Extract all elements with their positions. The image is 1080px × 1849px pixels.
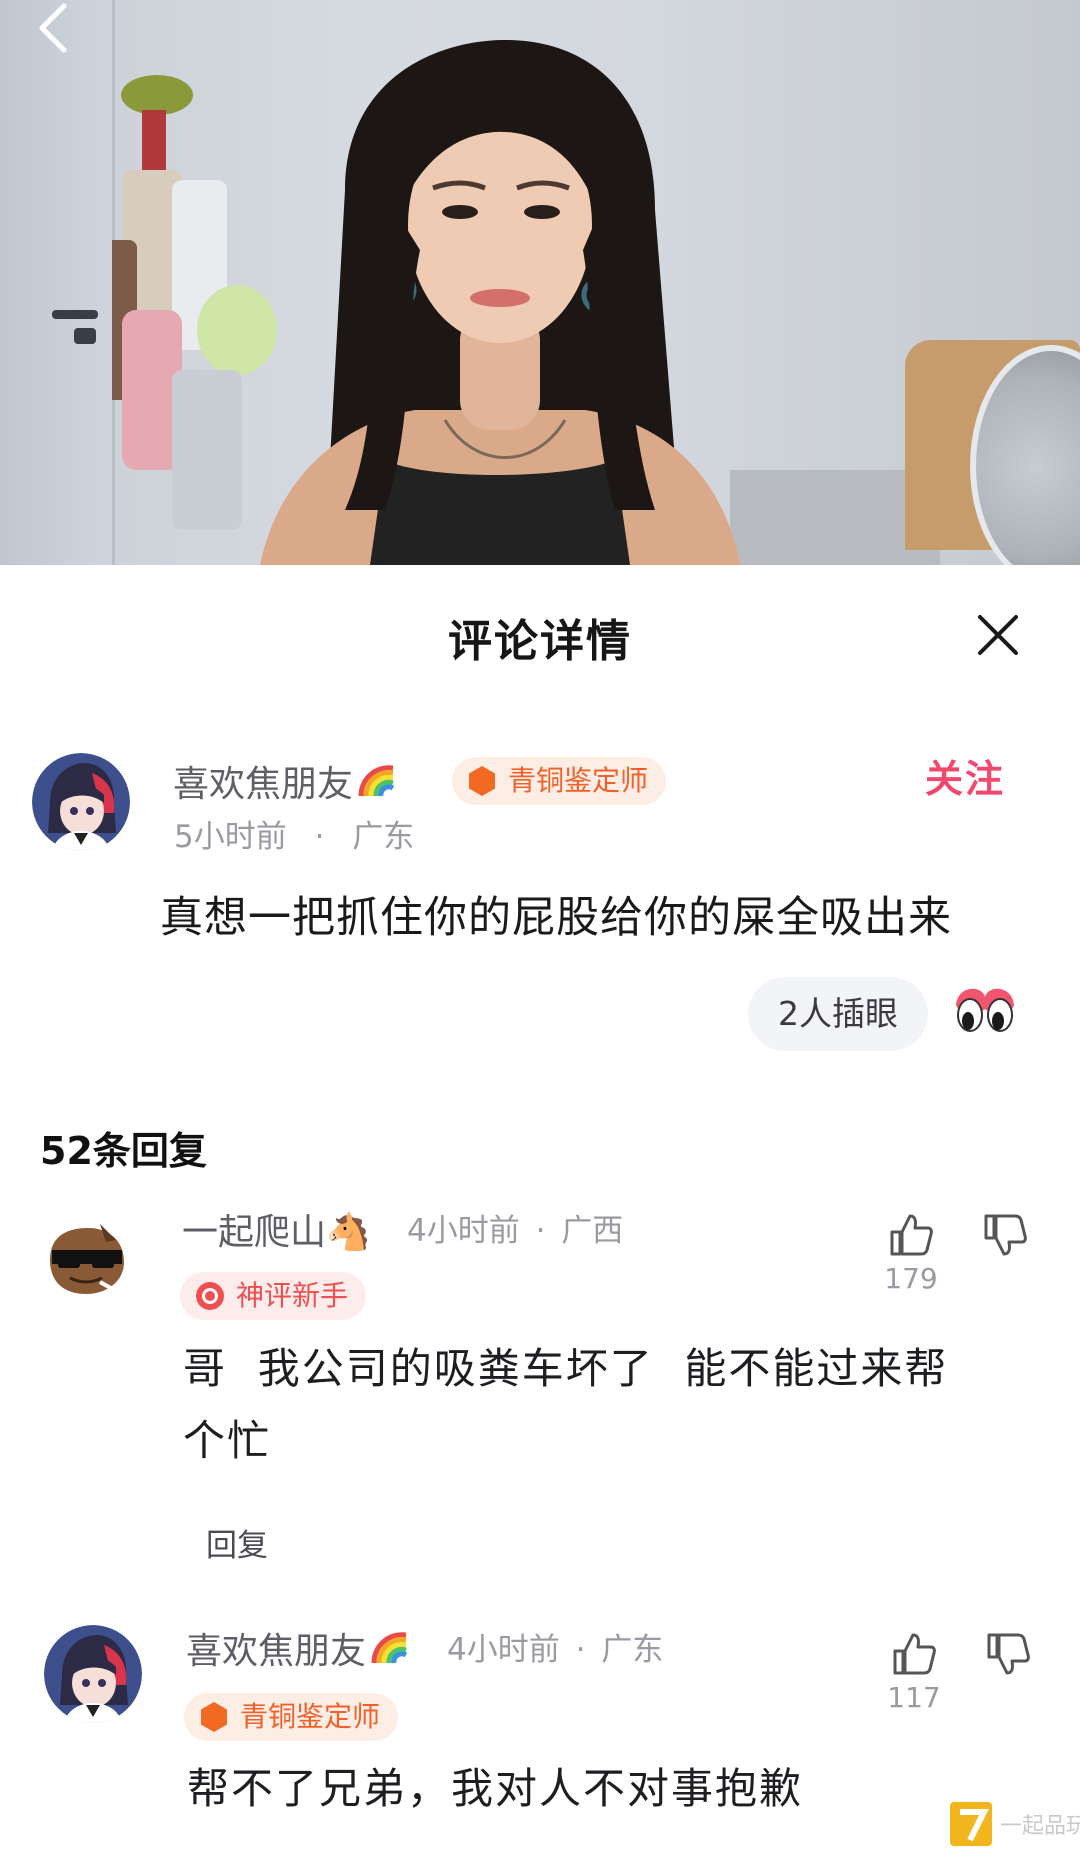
thumbs-up-icon — [890, 1214, 933, 1256]
user-level-badge: 青铜鉴定师 — [452, 757, 667, 805]
reply-time: 4小时前 — [407, 1213, 520, 1249]
dislike-button[interactable] — [982, 1212, 1028, 1258]
badge-hexagon-icon — [201, 1702, 227, 1732]
rainbow-icon — [358, 765, 395, 797]
reply-author[interactable]: 一起爬山🐴 — [182, 1203, 371, 1255]
comment-location: 广东 — [352, 819, 415, 855]
back-icon — [39, 3, 67, 53]
author-name: 喜欢焦朋友 — [186, 1631, 367, 1672]
reply-count-heading: 52条回复 — [40, 1129, 207, 1173]
follow-button[interactable]: 关注 — [925, 748, 1005, 803]
thumbs-down-icon — [987, 1633, 1030, 1675]
author-name: 喜欢焦朋友 — [173, 764, 354, 805]
like-count: 179 — [884, 1262, 938, 1295]
reply-text: 帮不了兄弟，我对人不对事抱歉 — [187, 1753, 1047, 1825]
thumbs-up-icon — [893, 1633, 936, 1675]
reply-time: 4小时前 — [447, 1632, 560, 1668]
reply-user-badge: 青铜鉴定师 — [184, 1693, 399, 1741]
like-count: 117 — [887, 1681, 941, 1714]
reply-meta: 4小时前 · 广东 — [447, 1624, 663, 1669]
background-door-handle — [52, 310, 98, 319]
reply-text: 哥 我公司的吸粪车坏了 能不能过来帮 个忙 — [183, 1333, 1043, 1477]
dislike-button[interactable] — [985, 1631, 1031, 1677]
badge-label: 青铜鉴定师 — [508, 764, 649, 797]
main-comment-meta: 5小时前 · 广东 — [174, 811, 414, 856]
sunglasses-dog-avatar-icon — [50, 1224, 129, 1295]
reply-meta: 4小时前 · 广西 — [407, 1205, 623, 1250]
meta-separator: · — [314, 819, 325, 855]
reply-text-line: 哥 我公司的吸粪车坏了 能不能过来帮 — [183, 1344, 949, 1393]
badge-label: 神评新手 — [236, 1279, 349, 1312]
watermark-text: 一起品玩 — [1000, 1814, 1080, 1839]
main-comment-text: 真想一把抓住你的屁股给你的屎全吸出来 — [160, 893, 952, 943]
meta-separator: · — [575, 1632, 586, 1668]
anime-avatar-icon — [44, 1625, 142, 1723]
video-player[interactable] — [0, 0, 1080, 565]
background-door-lock — [74, 328, 96, 344]
like-button[interactable] — [891, 1631, 937, 1677]
reaction-count-pill[interactable]: 2人插眼 — [748, 977, 928, 1051]
badge-shield-icon — [196, 1282, 224, 1310]
eyes-emoji-button[interactable] — [952, 981, 1018, 1041]
rainbow-icon — [371, 1632, 408, 1664]
reply-author[interactable]: 喜欢焦朋友 — [186, 1622, 410, 1674]
reply-text-line: 帮不了兄弟，我对人不对事抱歉 — [187, 1764, 804, 1813]
video-person — [260, 40, 741, 565]
reply-user-badge: 神评新手 — [180, 1272, 367, 1320]
main-comment-author[interactable]: 喜欢焦朋友 — [173, 755, 397, 807]
close-icon — [978, 615, 1018, 655]
back-button[interactable] — [30, 0, 78, 64]
anime-avatar-icon — [32, 753, 130, 851]
eyes-emoji-icon — [956, 988, 1014, 1032]
close-button[interactable] — [972, 609, 1024, 661]
reply-location: 广西 — [561, 1213, 624, 1249]
main-comment-avatar[interactable] — [32, 753, 130, 851]
reply-avatar[interactable] — [40, 1220, 132, 1300]
comment-time: 5小时前 — [174, 819, 287, 855]
background-door — [0, 0, 115, 565]
reply-location: 广东 — [601, 1632, 664, 1668]
badge-label: 青铜鉴定师 — [240, 1700, 381, 1733]
like-button[interactable] — [888, 1212, 934, 1258]
reply-text-line: 个忙 — [183, 1416, 272, 1465]
meta-separator: · — [535, 1213, 546, 1249]
reply-button[interactable]: 回复 — [206, 1520, 268, 1565]
thumbs-down-icon — [984, 1214, 1027, 1256]
sheet-title: 评论详情 — [448, 616, 632, 667]
comment-detail-sheet: 评论详情 喜欢焦朋友 青铜鉴定师 关注 5小时前 · 广东 真想一把抓住你的屁股… — [0, 565, 1080, 1849]
reply-avatar[interactable] — [44, 1625, 142, 1723]
badge-hexagon-icon — [469, 766, 495, 796]
